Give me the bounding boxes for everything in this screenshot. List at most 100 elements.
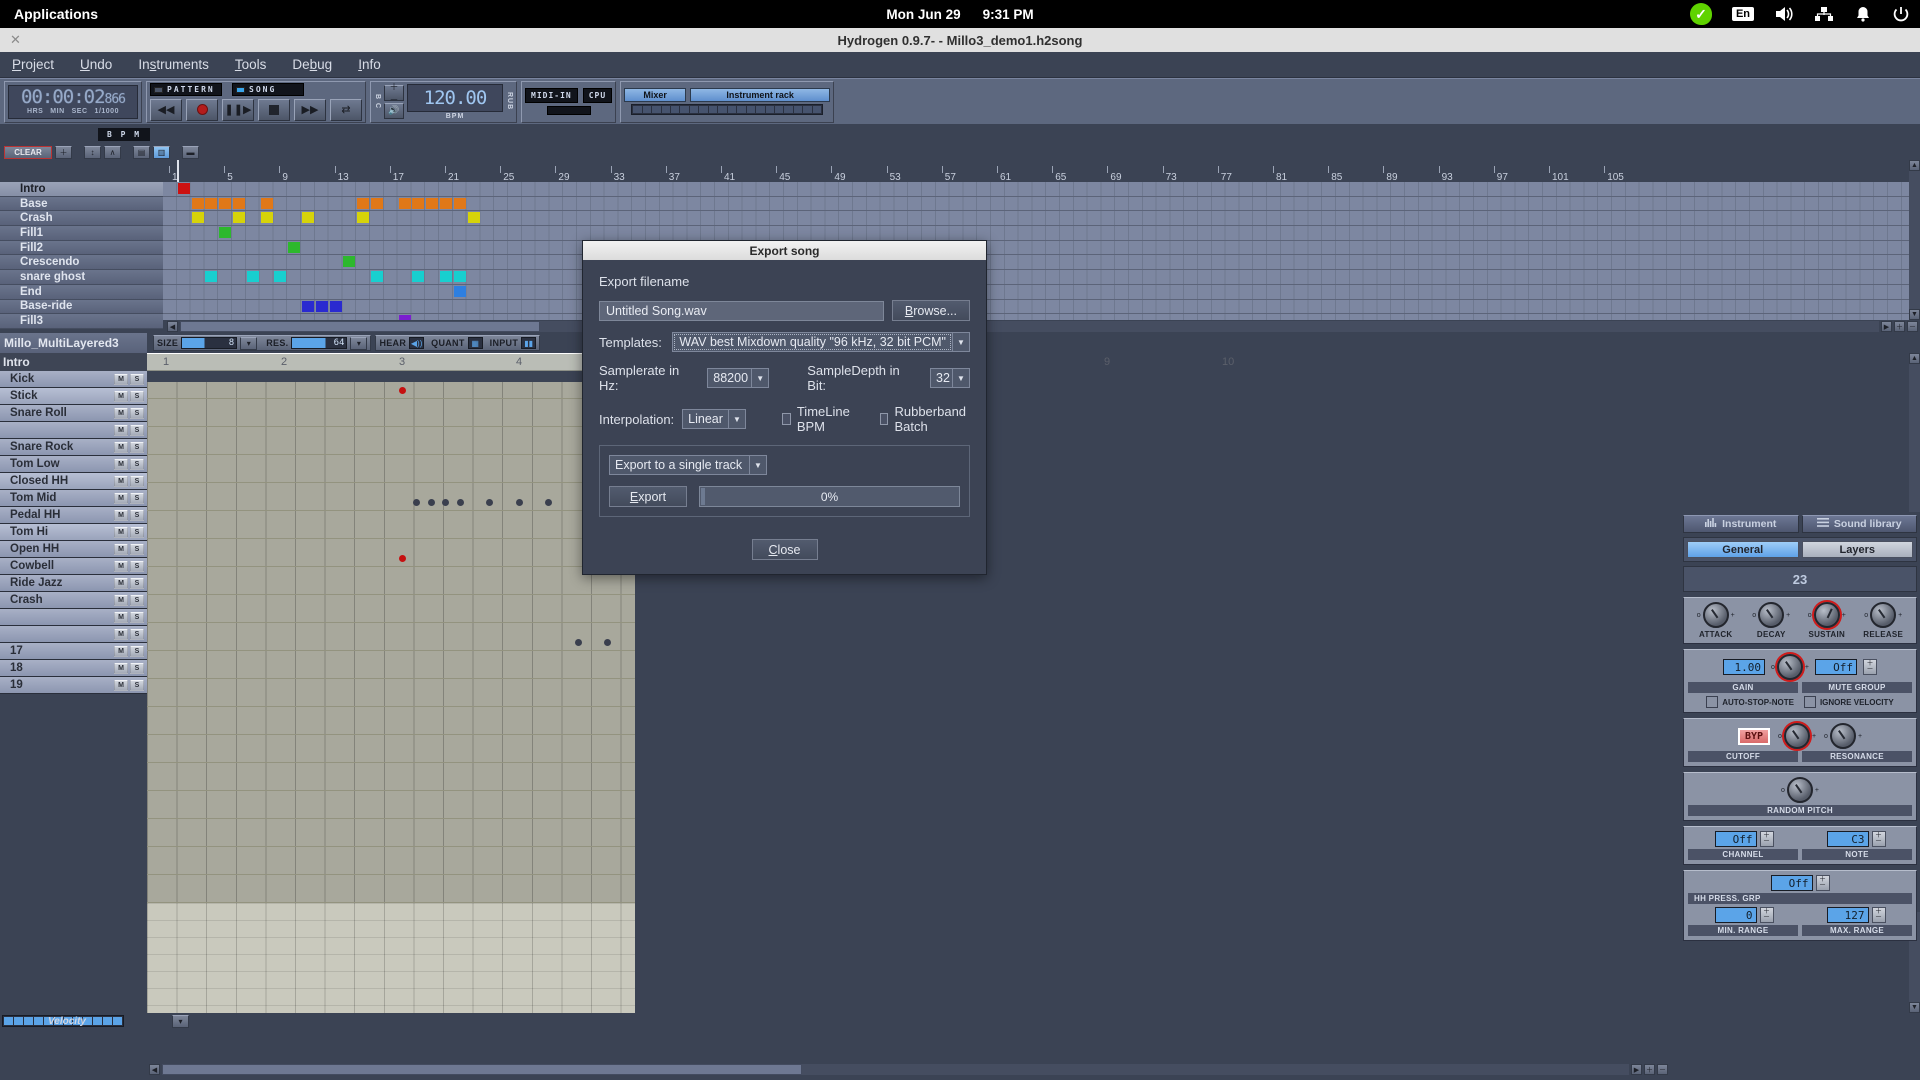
menu-tools[interactable]: Tools bbox=[235, 57, 267, 72]
note[interactable] bbox=[399, 555, 406, 562]
pattern-row[interactable]: snare ghost bbox=[0, 270, 163, 285]
max-range-spinner[interactable]: ＋－ bbox=[1871, 907, 1886, 923]
instrument-row[interactable]: 18 M S bbox=[0, 660, 147, 677]
auto-stop-note-row[interactable]: AUTO-STOP-NOTE bbox=[1706, 696, 1794, 708]
note[interactable] bbox=[516, 499, 523, 506]
note[interactable] bbox=[545, 499, 552, 506]
pattern-hscroll-right-icon[interactable]: ▶ bbox=[1631, 1064, 1642, 1075]
sampledepth-chevron-down-icon[interactable]: ▼ bbox=[952, 369, 969, 387]
clear-button[interactable]: CLEAR bbox=[4, 145, 52, 159]
song-pattern-cell[interactable] bbox=[440, 271, 452, 283]
size-dropdown-icon[interactable]: ▾ bbox=[240, 336, 258, 350]
song-grid-row[interactable] bbox=[163, 314, 1909, 320]
instrument-number-display[interactable]: 23 bbox=[1683, 566, 1917, 592]
song-ruler[interactable]: 1 5 9 13 17 21 25 29 33 37 41 45 49 53 57 61 65 69 73 77 81 8… bbox=[163, 160, 1909, 183]
note-grid-row[interactable] bbox=[147, 382, 635, 399]
instrument-row[interactable]: Tom Mid M S bbox=[0, 490, 147, 507]
solo-button[interactable]: S bbox=[130, 509, 144, 521]
song-pattern-cell[interactable] bbox=[177, 183, 190, 194]
note[interactable] bbox=[428, 499, 435, 506]
song-pattern-cell[interactable] bbox=[288, 241, 301, 253]
song-pattern-cell[interactable] bbox=[357, 197, 370, 209]
menu-instruments[interactable]: Instruments bbox=[138, 57, 209, 72]
hear-speaker-icon[interactable]: ◀)) bbox=[409, 337, 425, 349]
pattern-hscroll-left-icon[interactable]: ◀ bbox=[149, 1064, 160, 1075]
track-mode-chevron-down-icon[interactable]: ▼ bbox=[749, 456, 766, 474]
solo-button[interactable]: S bbox=[130, 577, 144, 589]
solo-button[interactable]: S bbox=[130, 373, 144, 385]
song-pattern-cell[interactable] bbox=[219, 227, 232, 239]
song-pattern-cell[interactable] bbox=[191, 197, 204, 209]
scroll-up-icon[interactable]: ▲ bbox=[1909, 160, 1920, 171]
quantize-grid-icon[interactable]: ▦ bbox=[467, 337, 483, 349]
export-filename-input[interactable]: Untitled Song.wav bbox=[599, 300, 884, 321]
note-grid-row[interactable] bbox=[147, 606, 635, 623]
instrument-row[interactable]: MS bbox=[0, 609, 147, 626]
single-pattern-button[interactable]: ▤ bbox=[133, 145, 150, 159]
song-pattern-cell[interactable] bbox=[219, 197, 232, 209]
song-pattern-cell[interactable] bbox=[260, 197, 273, 209]
solo-button[interactable]: S bbox=[130, 662, 144, 674]
rubberband-checkbox[interactable] bbox=[879, 413, 889, 425]
solo-button[interactable]: S bbox=[130, 492, 144, 504]
song-grid[interactable]: 1 5 9 13 17 21 25 29 33 37 41 45 49 53 57 61 65 69 73 77 81 8… bbox=[163, 160, 1909, 320]
loop-button[interactable]: ⇄ bbox=[330, 98, 362, 121]
mute-button[interactable]: M bbox=[114, 492, 128, 504]
instrument-row[interactable]: 17 M S bbox=[0, 643, 147, 660]
mute-button[interactable]: M bbox=[114, 475, 128, 487]
song-grid-row[interactable] bbox=[163, 255, 1909, 271]
size-value[interactable]: 8 bbox=[181, 337, 238, 349]
zoom-in-icon[interactable]: ＋ bbox=[1894, 321, 1905, 332]
mute-button[interactable]: M bbox=[114, 543, 128, 555]
attack-knob[interactable] bbox=[1702, 602, 1729, 628]
templates-chevron-down-icon[interactable]: ▼ bbox=[952, 333, 969, 351]
solo-button[interactable]: S bbox=[130, 424, 144, 436]
instrument-row[interactable]: Tom Hi M S bbox=[0, 524, 147, 541]
note[interactable] bbox=[486, 499, 493, 506]
mute-group-spinner[interactable]: ＋－ bbox=[1863, 659, 1877, 675]
note[interactable] bbox=[457, 499, 464, 506]
song-pattern-cell[interactable] bbox=[302, 300, 314, 312]
pattern-row[interactable]: Base-ride bbox=[0, 299, 163, 315]
song-grid-rows[interactable] bbox=[163, 182, 1909, 320]
hscroll-right-icon[interactable]: ▶ bbox=[1881, 321, 1892, 332]
solo-button[interactable]: S bbox=[130, 475, 144, 487]
menu-info[interactable]: Info bbox=[358, 57, 381, 72]
mute-button[interactable]: M bbox=[114, 577, 128, 589]
menu-project[interactable]: PProjectroject bbox=[12, 57, 54, 72]
pattern-scroll-up-icon[interactable]: ▲ bbox=[1909, 353, 1920, 364]
song-grid-row[interactable] bbox=[163, 284, 1909, 300]
song-grid-row[interactable] bbox=[163, 240, 1909, 256]
song-grid-row[interactable] bbox=[163, 226, 1909, 241]
random-pitch-knob[interactable] bbox=[1786, 777, 1813, 803]
note-grid-row[interactable] bbox=[147, 550, 635, 567]
rewind-button[interactable]: ◀◀ bbox=[150, 98, 182, 121]
instrument-row[interactable]: Closed HH M S bbox=[0, 473, 147, 490]
song-pattern-cell[interactable] bbox=[274, 271, 287, 283]
song-pattern-cell[interactable] bbox=[302, 212, 314, 224]
pattern-zoom-out-icon[interactable]: － bbox=[1657, 1064, 1668, 1075]
input-keyboard-icon[interactable]: ▮▮ bbox=[521, 337, 537, 349]
instrument-row[interactable]: MS bbox=[0, 626, 147, 643]
song-pattern-cell[interactable] bbox=[371, 197, 383, 209]
song-grid-row[interactable] bbox=[163, 182, 1909, 197]
pattern-hscroll-thumb[interactable] bbox=[162, 1064, 802, 1075]
rubberband-row[interactable]: Rubberband Batch bbox=[879, 404, 971, 434]
export-button[interactable]: Export bbox=[609, 486, 687, 507]
solo-button[interactable]: S bbox=[130, 679, 144, 691]
note[interactable] bbox=[604, 639, 611, 646]
channel-value[interactable]: Off bbox=[1714, 831, 1757, 847]
hscroll-track[interactable] bbox=[180, 321, 1879, 332]
note-grid-row[interactable] bbox=[147, 690, 635, 707]
note-grid-row[interactable] bbox=[147, 634, 635, 651]
solo-button[interactable]: S bbox=[130, 390, 144, 402]
hh-press-value[interactable]: Off bbox=[1770, 875, 1813, 891]
mute-button[interactable]: M bbox=[114, 373, 128, 385]
metronome-button[interactable]: 🔊 bbox=[384, 102, 404, 119]
menu-debug[interactable]: Debug bbox=[292, 57, 332, 72]
song-pattern-cell[interactable] bbox=[412, 197, 425, 209]
pattern-row[interactable]: Fill2 bbox=[0, 240, 163, 256]
song-pattern-cell[interactable] bbox=[233, 197, 245, 209]
instrument-row[interactable]: MS bbox=[0, 422, 147, 439]
song-pattern-cell[interactable] bbox=[260, 212, 273, 224]
